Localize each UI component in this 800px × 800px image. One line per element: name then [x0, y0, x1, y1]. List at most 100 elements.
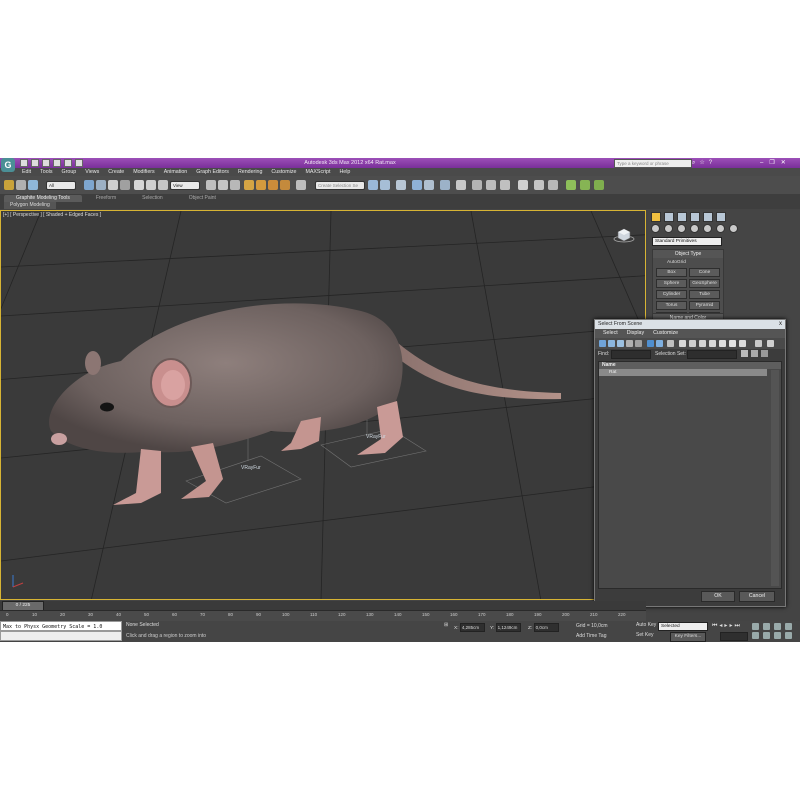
render-setup-icon[interactable] — [472, 180, 482, 190]
display-shapes-icon[interactable] — [608, 340, 615, 347]
menu-modifiers[interactable]: Modifiers — [133, 168, 155, 176]
move-icon[interactable] — [134, 180, 144, 190]
tab-object-paint[interactable]: Object Paint — [177, 195, 228, 202]
graphite-toggle-icon[interactable] — [412, 180, 422, 190]
filter-funnel-icon[interactable] — [755, 340, 762, 347]
menu-views[interactable]: Views — [85, 168, 99, 176]
primitive-type-dropdown[interactable]: Standard Primitives — [652, 237, 722, 246]
curve-editor-icon[interactable] — [424, 180, 434, 190]
help-icon[interactable]: ? — [709, 159, 712, 167]
close-icon[interactable]: ✕ — [781, 158, 786, 168]
name-column-header[interactable]: Name — [599, 362, 781, 369]
set-key-button[interactable]: Set Key — [636, 632, 654, 638]
menu-animation[interactable]: Animation — [164, 168, 188, 176]
display-helpers-icon[interactable] — [635, 340, 642, 347]
undo-icon[interactable] — [53, 159, 61, 167]
selection-filter-dropdown[interactable]: All — [46, 181, 76, 190]
reference-coordinate-dropdown[interactable]: View — [170, 181, 200, 190]
menu-help[interactable]: Help — [339, 168, 350, 176]
cancel-button[interactable]: Cancel — [739, 591, 775, 602]
time-slider-track[interactable]: 0 / 225 — [0, 601, 646, 611]
select-invert-icon[interactable] — [739, 340, 746, 347]
list-item[interactable]: Rat — [599, 369, 767, 376]
perspective-viewport[interactable]: VRayFur VRayFur [+] [ Perspective ] [ Sh… — [0, 210, 646, 600]
physx-reset-icon[interactable] — [580, 180, 590, 190]
render-production-icon[interactable] — [500, 180, 510, 190]
pyramid-button[interactable]: Pyramid — [689, 301, 720, 310]
rendered-frame-window-icon[interactable] — [486, 180, 496, 190]
binoculars-icon[interactable]: ⌕ — [692, 159, 695, 167]
geometry-icon[interactable] — [651, 224, 660, 233]
find-input[interactable] — [611, 350, 651, 359]
restore-icon[interactable]: ❐ — [769, 158, 774, 168]
go-to-end-icon[interactable]: ⏭ — [734, 622, 739, 630]
select-manipulate-icon[interactable] — [218, 180, 228, 190]
display-cameras-icon[interactable] — [626, 340, 633, 347]
save-file-icon[interactable] — [42, 159, 50, 167]
display-bones-icon[interactable] — [679, 340, 686, 347]
physx-simulate-icon[interactable] — [566, 180, 576, 190]
snaps-toggle-icon[interactable] — [244, 180, 254, 190]
track-bar[interactable]: 0 10 20 30 40 50 60 70 80 90 100 110 120… — [0, 610, 646, 621]
orbit-icon[interactable] — [774, 632, 781, 639]
next-frame-icon[interactable]: ▸ — [729, 622, 732, 630]
schematic-view-icon[interactable] — [440, 180, 450, 190]
percent-snap-icon[interactable] — [268, 180, 278, 190]
y-coordinate-field[interactable]: 1,1249cm — [495, 623, 521, 632]
lights-icon[interactable] — [677, 224, 686, 233]
menu-group[interactable]: Group — [62, 168, 77, 176]
spinner-snap-icon[interactable] — [280, 180, 290, 190]
new-file-icon[interactable] — [20, 159, 28, 167]
key-mode-dropdown[interactable]: Selected — [658, 622, 708, 631]
dialog-close-icon[interactable]: x — [779, 320, 782, 329]
absolute-mode-icon[interactable]: ⊞ — [444, 623, 448, 628]
geosphere-button[interactable]: GeoSphere — [689, 279, 720, 288]
utilities-tab-icon[interactable] — [716, 212, 726, 222]
display-containers-icon[interactable] — [689, 340, 696, 347]
sphere-button[interactable]: Sphere — [656, 279, 687, 288]
zoom-all-icon[interactable] — [763, 623, 770, 630]
add-time-tag[interactable]: Add Time Tag — [576, 633, 606, 639]
viewport-label[interactable]: [+] [ Perspective ] [ Shaded + Edged Fac… — [3, 212, 101, 218]
display-tab-icon[interactable] — [703, 212, 713, 222]
auto-key-button[interactable]: Auto Key — [636, 622, 656, 628]
z-coordinate-field[interactable]: 0,0cm — [533, 623, 559, 632]
application-logo-icon[interactable]: G — [1, 158, 15, 172]
material-editor-icon[interactable] — [456, 180, 466, 190]
selection-set-remove-icon[interactable] — [761, 350, 768, 357]
dialog-menu-select[interactable]: Select — [603, 329, 618, 338]
layer-manager-icon[interactable] — [396, 180, 406, 190]
autogrid-checkbox[interactable]: AutoGrid — [653, 258, 723, 265]
select-none-icon[interactable] — [729, 340, 736, 347]
play-icon[interactable]: ▸ — [724, 622, 727, 630]
scale-icon[interactable] — [158, 180, 168, 190]
quick-render-icon[interactable] — [548, 180, 558, 190]
selection-set-add-icon[interactable] — [751, 350, 758, 357]
dialog-menu-customize[interactable]: Customize — [653, 329, 678, 338]
helpers-icon[interactable] — [703, 224, 712, 233]
list-scrollbar[interactable] — [771, 370, 779, 586]
redo-icon[interactable] — [64, 159, 72, 167]
hierarchy-tab-icon[interactable] — [677, 212, 687, 222]
menu-rendering[interactable]: Rendering — [238, 168, 262, 176]
go-to-start-icon[interactable]: ⏮ — [712, 622, 717, 630]
menu-graph-editors[interactable]: Graph Editors — [196, 168, 229, 176]
current-frame-field[interactable] — [720, 632, 748, 641]
selection-set-dropdown[interactable] — [687, 350, 737, 359]
dialog-menu-display[interactable]: Display — [627, 329, 644, 338]
named-selection-dropdown[interactable]: Create Selection Se — [315, 181, 365, 190]
sync-selection-icon[interactable] — [767, 340, 774, 347]
menu-customize[interactable]: Customize — [271, 168, 296, 176]
keyboard-shortcut-icon[interactable] — [230, 180, 240, 190]
rectangular-selection-icon[interactable] — [108, 180, 118, 190]
display-geometry-icon[interactable] — [599, 340, 606, 347]
ok-button[interactable]: OK — [701, 591, 735, 602]
create-tab-icon[interactable] — [651, 212, 661, 222]
torus-button[interactable]: Torus — [656, 301, 687, 310]
display-groups-icon[interactable] — [656, 340, 663, 347]
field-of-view-icon[interactable] — [752, 632, 759, 639]
vray-frame-buffer-icon[interactable] — [518, 180, 528, 190]
link-icon[interactable] — [16, 180, 26, 190]
systems-icon[interactable] — [729, 224, 738, 233]
tab-freeform[interactable]: Freeform — [84, 195, 128, 202]
